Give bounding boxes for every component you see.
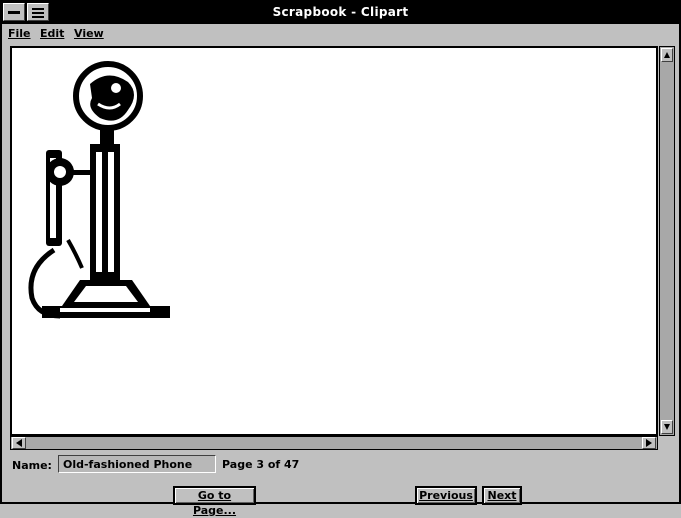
menu-bar: File Edit View [2, 24, 679, 44]
previous-button[interactable]: Previous [415, 486, 477, 505]
page-indicator: Page 3 of 47 [222, 458, 300, 471]
scroll-right-arrow-icon[interactable] [642, 437, 656, 449]
window-title: Scrapbook - Clipart [272, 5, 409, 19]
candlestick-telephone-icon [28, 61, 170, 319]
name-label: Name: [12, 459, 52, 472]
scroll-down-arrow-icon[interactable] [661, 420, 673, 434]
next-button[interactable]: Next [482, 486, 522, 505]
next-label: Next [487, 489, 517, 502]
go-to-page-label: Go to Page... [192, 489, 237, 517]
vertical-scrollbar[interactable] [659, 46, 675, 436]
menu-view[interactable]: View [74, 27, 104, 40]
title-bar[interactable]: Scrapbook - Clipart [2, 2, 679, 24]
menu-file[interactable]: File [8, 27, 31, 40]
previous-label: Previous [419, 489, 473, 502]
clip-name-field[interactable]: Old-fashioned Phone [58, 455, 216, 473]
clipart-canvas[interactable] [10, 46, 658, 436]
scrapbook-window: Scrapbook - Clipart File Edit View Name:… [0, 0, 681, 517]
scroll-left-arrow-icon[interactable] [12, 437, 26, 449]
horizontal-scrollbar[interactable] [10, 436, 658, 450]
go-to-page-button[interactable]: Go to Page... [173, 486, 256, 517]
scroll-up-arrow-icon[interactable] [661, 48, 673, 62]
menu-edit[interactable]: Edit [40, 27, 64, 40]
